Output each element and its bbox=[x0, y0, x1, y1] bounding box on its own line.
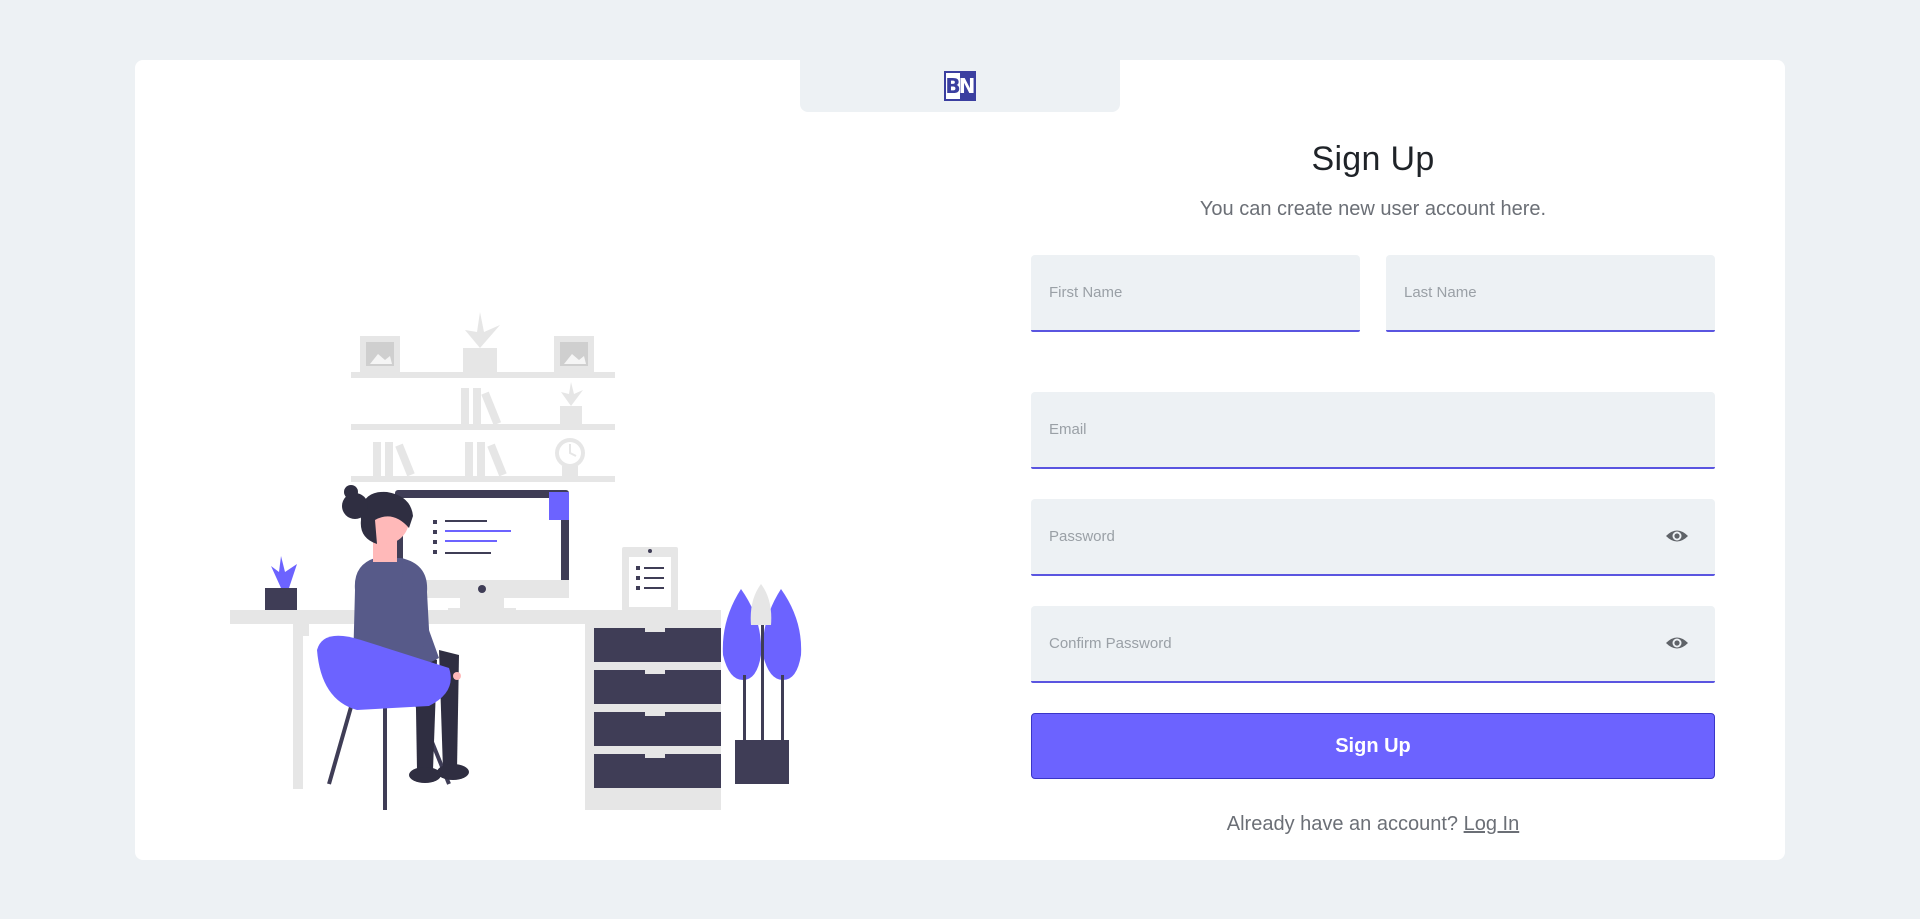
email-input[interactable] bbox=[1031, 392, 1715, 467]
last-name-field bbox=[1386, 255, 1715, 332]
first-name-input[interactable] bbox=[1031, 255, 1360, 330]
login-prompt: Already have an account? Log In bbox=[1031, 813, 1715, 836]
last-name-input[interactable] bbox=[1386, 255, 1715, 330]
password-field bbox=[1031, 499, 1715, 576]
workspace-illustration bbox=[230, 312, 802, 810]
logo-letter-n: N bbox=[958, 73, 976, 99]
tablet-stand bbox=[622, 547, 678, 611]
signup-form: Sign Up You can create new user account … bbox=[1031, 60, 1715, 860]
confirm-password-input[interactable] bbox=[1031, 606, 1715, 681]
signup-card: B N Sign Up You can create new user acco… bbox=[135, 60, 1785, 860]
desk-plant bbox=[265, 556, 297, 610]
eye-icon[interactable] bbox=[1665, 526, 1689, 546]
email-field bbox=[1031, 392, 1715, 469]
login-link[interactable]: Log In bbox=[1464, 813, 1520, 835]
page-title: Sign Up bbox=[1311, 140, 1435, 178]
brand-logo[interactable]: B N bbox=[944, 71, 976, 101]
tall-plant bbox=[722, 584, 802, 784]
eye-icon[interactable] bbox=[1665, 633, 1689, 653]
login-prompt-text: Already have an account? bbox=[1226, 813, 1459, 835]
first-name-field bbox=[1031, 255, 1360, 332]
password-input[interactable] bbox=[1031, 499, 1715, 574]
signup-button[interactable]: Sign Up bbox=[1031, 713, 1715, 779]
page-subtitle: You can create new user account here. bbox=[1199, 198, 1547, 220]
confirm-password-field bbox=[1031, 606, 1715, 683]
